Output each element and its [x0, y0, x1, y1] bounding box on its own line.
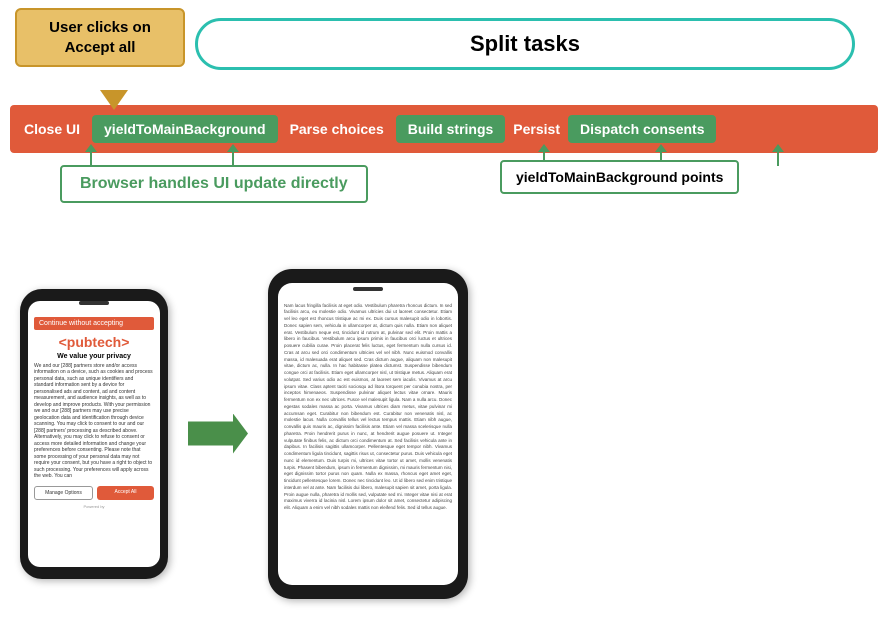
lorem-text: Nam lacus fringilla facilisis at eget od… [284, 303, 452, 512]
phone1-screen: Continue without accepting <pubtech> We … [28, 301, 160, 567]
phone1: Continue without accepting <pubtech> We … [20, 289, 168, 579]
pipeline-close-ui: Close UI [10, 121, 90, 137]
phone2-screen: Nam lacus fringilla facilisis at eget od… [278, 283, 458, 585]
powered-by-label: Powered by [34, 504, 154, 509]
phone1-speaker [79, 301, 109, 305]
arrow-up-yield-icon [232, 152, 234, 166]
bottom-section: Continue without accepting <pubtech> We … [0, 248, 888, 619]
pipeline-yield-main: yieldToMainBackground [92, 115, 278, 143]
manage-options-button[interactable]: Manage Options [34, 486, 93, 500]
browser-handles-box: Browser handles UI update directly [60, 165, 368, 203]
accept-all-button[interactable]: Accept All [97, 486, 154, 500]
consent-header: Continue without accepting [34, 317, 154, 330]
pipeline-row: Close UI yieldToMainBackground Parse cho… [10, 105, 878, 153]
consent-brand: <pubtech> [34, 334, 154, 350]
user-clicks-box: User clicks on Accept all [15, 8, 185, 67]
consent-ui: Continue without accepting <pubtech> We … [28, 311, 160, 509]
consent-buttons: Manage Options Accept All [34, 486, 154, 500]
phone2-container: Nam lacus fringilla facilisis at eget od… [268, 269, 468, 599]
split-tasks-pill: Split tasks [195, 18, 855, 70]
split-tasks-label: Split tasks [470, 31, 580, 57]
arrow-up-dispatch-icon [777, 152, 779, 166]
pipeline-build-strings: Build strings [396, 115, 506, 143]
right-arrow-icon [188, 414, 248, 454]
down-arrow-icon [100, 90, 128, 110]
phone2-speaker [353, 287, 383, 291]
pipeline-dispatch: Dispatch consents [568, 115, 716, 143]
pipeline-persist: Persist [507, 121, 566, 137]
arrow-up-close-icon [90, 152, 92, 166]
phone2-content: Nam lacus fringilla facilisis at eget od… [278, 297, 458, 518]
phone1-container: Continue without accepting <pubtech> We … [20, 289, 168, 579]
phone-arrow [188, 414, 248, 454]
consent-title: We value your privacy [34, 353, 154, 360]
consent-text: We and our [288] partners store and/or a… [34, 363, 154, 480]
yield-points-box: yieldToMainBackground points [500, 160, 739, 194]
pipeline-parse-choices: Parse choices [280, 121, 394, 137]
phone2: Nam lacus fringilla facilisis at eget od… [268, 269, 468, 599]
